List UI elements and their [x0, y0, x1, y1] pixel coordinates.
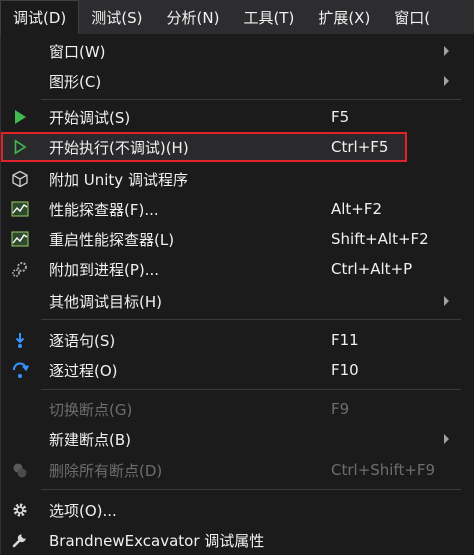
menu-debug[interactable]: 调试(D): [0, 0, 80, 34]
unity-cube-icon: [10, 170, 30, 188]
menu-item-shortcut: F11: [331, 331, 359, 349]
submenu-arrow-icon: [444, 46, 449, 56]
menu-item-label: 逐语句(S): [49, 331, 116, 350]
menu-item-start-debugging[interactable]: 开始调试(S) F5: [1, 102, 463, 132]
debug-dropdown-menu: 窗口(W) 图形(C) 开始调试(S) F5 开始执行(不调试)(H) Ctrl…: [0, 34, 474, 554]
menu-item-label: 性能探查器(F)...: [49, 200, 159, 219]
menu-item-label: 逐过程(O): [49, 361, 118, 380]
menu-item-graphics[interactable]: 图形(C): [1, 66, 463, 96]
menu-item-label: 新建断点(B): [49, 430, 131, 449]
menu-item-label: 其他调试目标(H): [49, 292, 162, 311]
menu-item-label: 删除所有断点(D): [49, 461, 163, 480]
menu-item-label: 附加 Unity 调试程序: [49, 170, 188, 189]
menu-item-label: 开始执行(不调试)(H): [49, 138, 189, 157]
menu-item-performance-profiler[interactable]: 性能探查器(F)... Alt+F2: [1, 194, 463, 224]
menu-item-toggle-breakpoint: 切换断点(G) F9: [1, 394, 463, 424]
menu-item-options[interactable]: 选项(O)...: [1, 495, 463, 525]
menu-item-shortcut: Ctrl+Shift+F9: [331, 461, 436, 479]
menu-item-relaunch-profiler[interactable]: 重启性能探查器(L) Shift+Alt+F2: [1, 224, 463, 254]
menu-item-project-debug-properties[interactable]: BrandnewExcavator 调试属性: [1, 525, 463, 555]
menu-item-label: 附加到进程(P)...: [49, 260, 160, 279]
menu-item-delete-all-breakpoints: 删除所有断点(D) Ctrl+Shift+F9: [1, 455, 463, 485]
step-over-icon: [10, 361, 30, 379]
menu-item-step-over[interactable]: 逐过程(O) F10: [1, 355, 463, 385]
menu-separator: [41, 489, 461, 490]
menu-item-shortcut: Ctrl+F5: [331, 138, 389, 156]
menu-separator: [41, 99, 461, 100]
menu-window[interactable]: 窗口(: [382, 0, 442, 34]
menu-item-shortcut: Ctrl+Alt+P: [331, 260, 413, 278]
menu-item-label: 重启性能探查器(L): [49, 230, 175, 249]
submenu-arrow-icon: [444, 434, 449, 444]
menu-analyze[interactable]: 分析(N): [155, 0, 232, 34]
wrench-icon: [10, 531, 30, 549]
menu-item-label: 选项(O)...: [49, 501, 117, 520]
menu-test[interactable]: 测试(S): [79, 0, 154, 34]
menu-item-label: 切换断点(G): [49, 400, 133, 419]
menu-bar: 调试(D) 测试(S) 分析(N) 工具(T) 扩展(X) 窗口(: [0, 0, 474, 34]
menu-item-attach-unity-debugger[interactable]: 附加 Unity 调试程序: [1, 164, 463, 194]
menu-item-attach-to-process[interactable]: 附加到进程(P)... Ctrl+Alt+P: [1, 254, 463, 284]
play-filled-icon: [10, 108, 30, 126]
menu-item-label: 窗口(W): [49, 42, 106, 61]
step-into-icon: [10, 331, 30, 349]
menu-item-label: 开始调试(S): [49, 108, 131, 127]
performance-profiler-icon: [10, 200, 30, 218]
relaunch-profiler-icon: [10, 230, 30, 248]
gear-icon: [10, 501, 30, 519]
submenu-arrow-icon: [444, 296, 449, 306]
attach-process-gear-icon: [10, 260, 30, 278]
menu-item-start-without-debugging[interactable]: 开始执行(不调试)(H) Ctrl+F5: [1, 132, 407, 162]
menu-item-shortcut: F9: [331, 400, 350, 418]
submenu-arrow-icon: [444, 76, 449, 86]
menu-separator: [41, 389, 461, 390]
menu-item-new-breakpoint[interactable]: 新建断点(B): [1, 424, 463, 454]
delete-breakpoints-icon: [10, 461, 30, 479]
menu-item-window[interactable]: 窗口(W): [1, 36, 463, 66]
menu-tools[interactable]: 工具(T): [231, 0, 306, 34]
menu-item-label: BrandnewExcavator 调试属性: [49, 531, 265, 550]
menu-item-step-into[interactable]: 逐语句(S) F11: [1, 325, 463, 355]
menu-item-shortcut: F5: [331, 108, 350, 126]
menu-item-shortcut: F10: [331, 361, 359, 379]
menu-item-other-debug-targets[interactable]: 其他调试目标(H): [1, 286, 463, 316]
menu-item-shortcut: Alt+F2: [331, 200, 383, 218]
menu-separator: [41, 319, 461, 320]
menu-item-shortcut: Shift+Alt+F2: [331, 230, 429, 248]
menu-extensions[interactable]: 扩展(X): [306, 0, 382, 34]
menu-item-label: 图形(C): [49, 72, 102, 91]
play-outline-icon: [10, 138, 30, 156]
